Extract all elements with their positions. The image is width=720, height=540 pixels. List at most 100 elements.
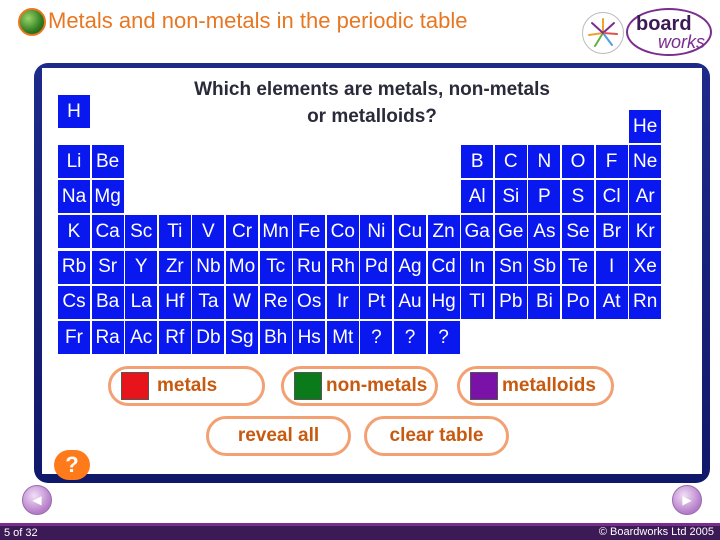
element-cell[interactable]: Sb	[528, 250, 561, 284]
element-cell[interactable]: Te	[562, 250, 594, 284]
element-cell[interactable]: Y	[125, 250, 158, 284]
element-cell[interactable]: N	[528, 145, 561, 178]
element-cell[interactable]: Pb	[494, 285, 527, 319]
element-cell[interactable]: Mo	[226, 250, 258, 284]
previous-slide-button[interactable]: ◀	[22, 485, 52, 515]
clear-table-button[interactable]: clear table	[364, 416, 509, 456]
element-cell[interactable]: Po	[562, 285, 594, 319]
element-cell[interactable]: Ac	[125, 321, 158, 354]
element-cell[interactable]: Mg	[91, 180, 124, 214]
metalloids-button[interactable]: metalloids	[457, 366, 614, 406]
element-cell[interactable]: Hs	[293, 321, 326, 354]
element-cell[interactable]: Ge	[494, 215, 527, 249]
element-cell[interactable]: Os	[293, 285, 326, 319]
element-cell[interactable]: W	[226, 285, 258, 319]
element-cell[interactable]: Ga	[461, 215, 494, 249]
element-cell[interactable]: Sn	[494, 250, 527, 284]
page-title: Metals and non-metals in the periodic ta…	[48, 8, 468, 33]
element-cell[interactable]: Si	[494, 180, 527, 214]
element-cell[interactable]: Tc	[259, 250, 292, 284]
element-cell[interactable]: Rb	[58, 250, 90, 284]
element-cell[interactable]: Nb	[192, 250, 225, 284]
globe-icon	[18, 8, 46, 36]
element-cell[interactable]: Sc	[125, 215, 158, 249]
metals-button[interactable]: metals	[108, 366, 265, 406]
content-panel: Which elements are metals, non-metals or…	[42, 68, 702, 474]
element-cell[interactable]: La	[125, 285, 158, 319]
element-cell[interactable]: ?	[360, 321, 393, 354]
element-cell[interactable]: Ar	[629, 180, 662, 214]
next-slide-button[interactable]: ▶	[672, 485, 702, 515]
element-cell[interactable]: Ag	[394, 250, 426, 284]
element-cell[interactable]: Fr	[58, 321, 90, 354]
element-cell[interactable]: At	[595, 285, 628, 319]
element-cell[interactable]: Cl	[595, 180, 628, 214]
reveal-all-button[interactable]: reveal all	[206, 416, 351, 456]
element-cell[interactable]: ?	[427, 321, 460, 354]
element-cell[interactable]: Ti	[158, 215, 191, 249]
element-cell[interactable]: Cu	[394, 215, 426, 249]
element-cell[interactable]: Al	[461, 180, 494, 214]
element-cell[interactable]: Db	[192, 321, 225, 354]
element-cell[interactable]: Zn	[427, 215, 460, 249]
help-button[interactable]: ?	[54, 450, 90, 480]
element-cell[interactable]: V	[192, 215, 225, 249]
element-cell[interactable]: Bh	[259, 321, 292, 354]
element-cell[interactable]: Au	[394, 285, 426, 319]
element-cell[interactable]: Se	[562, 215, 594, 249]
element-cell[interactable]: Rn	[629, 285, 662, 319]
element-cell[interactable]: Hg	[427, 285, 460, 319]
element-cell[interactable]: Sg	[226, 321, 258, 354]
element-cell[interactable]: F	[595, 145, 628, 178]
element-cell[interactable]: C	[494, 145, 527, 178]
element-cell[interactable]: H	[58, 95, 90, 128]
element-cell[interactable]: Tl	[461, 285, 494, 319]
metals-swatch	[121, 372, 149, 400]
element-cell[interactable]: Ra	[91, 321, 124, 354]
element-cell[interactable]: Ir	[326, 285, 359, 319]
element-cell[interactable]: Mt	[326, 321, 359, 354]
element-cell[interactable]: Cd	[427, 250, 460, 284]
element-cell[interactable]: Bi	[528, 285, 561, 319]
element-cell[interactable]: Li	[58, 145, 90, 178]
non-metals-button[interactable]: non-metals	[281, 366, 438, 406]
element-cell[interactable]: As	[528, 215, 561, 249]
element-cell[interactable]: Kr	[629, 215, 662, 249]
element-cell[interactable]: Pt	[360, 285, 393, 319]
element-cell[interactable]: Re	[259, 285, 292, 319]
element-cell[interactable]: P	[528, 180, 561, 214]
element-cell[interactable]: Sr	[91, 250, 124, 284]
element-cell[interactable]: Ta	[192, 285, 225, 319]
element-cell[interactable]: I	[595, 250, 628, 284]
element-cell[interactable]: He	[629, 110, 662, 143]
element-cell[interactable]: Mn	[259, 215, 292, 249]
element-cell[interactable]: Cs	[58, 285, 90, 319]
element-cell[interactable]: O	[562, 145, 594, 178]
element-cell[interactable]: Br	[595, 215, 628, 249]
element-cell[interactable]: Ca	[91, 215, 124, 249]
element-cell[interactable]: Rh	[326, 250, 359, 284]
element-cell[interactable]: ?	[394, 321, 426, 354]
element-cell[interactable]: Ru	[293, 250, 326, 284]
element-cell[interactable]: Hf	[158, 285, 191, 319]
element-cell[interactable]: In	[461, 250, 494, 284]
copyright-text: © Boardworks Ltd 2005	[598, 526, 714, 538]
element-cell[interactable]: Pd	[360, 250, 393, 284]
element-cell[interactable]: Cr	[226, 215, 258, 249]
element-cell[interactable]: K	[58, 215, 90, 249]
clear-table-label: clear table	[389, 425, 484, 446]
boardworks-logo: board works	[626, 8, 712, 56]
element-cell[interactable]: Na	[58, 180, 90, 214]
element-cell[interactable]: S	[562, 180, 594, 214]
element-cell[interactable]: Rf	[158, 321, 191, 354]
element-cell[interactable]: Fe	[293, 215, 326, 249]
element-cell[interactable]: Ne	[629, 145, 662, 178]
element-cell[interactable]: Be	[91, 145, 124, 178]
element-cell[interactable]: Xe	[629, 250, 662, 284]
element-cell[interactable]: Ba	[91, 285, 124, 319]
non-metals-swatch	[294, 372, 322, 400]
element-cell[interactable]: B	[461, 145, 494, 178]
element-cell[interactable]: Zr	[158, 250, 191, 284]
element-cell[interactable]: Ni	[360, 215, 393, 249]
element-cell[interactable]: Co	[326, 215, 359, 249]
